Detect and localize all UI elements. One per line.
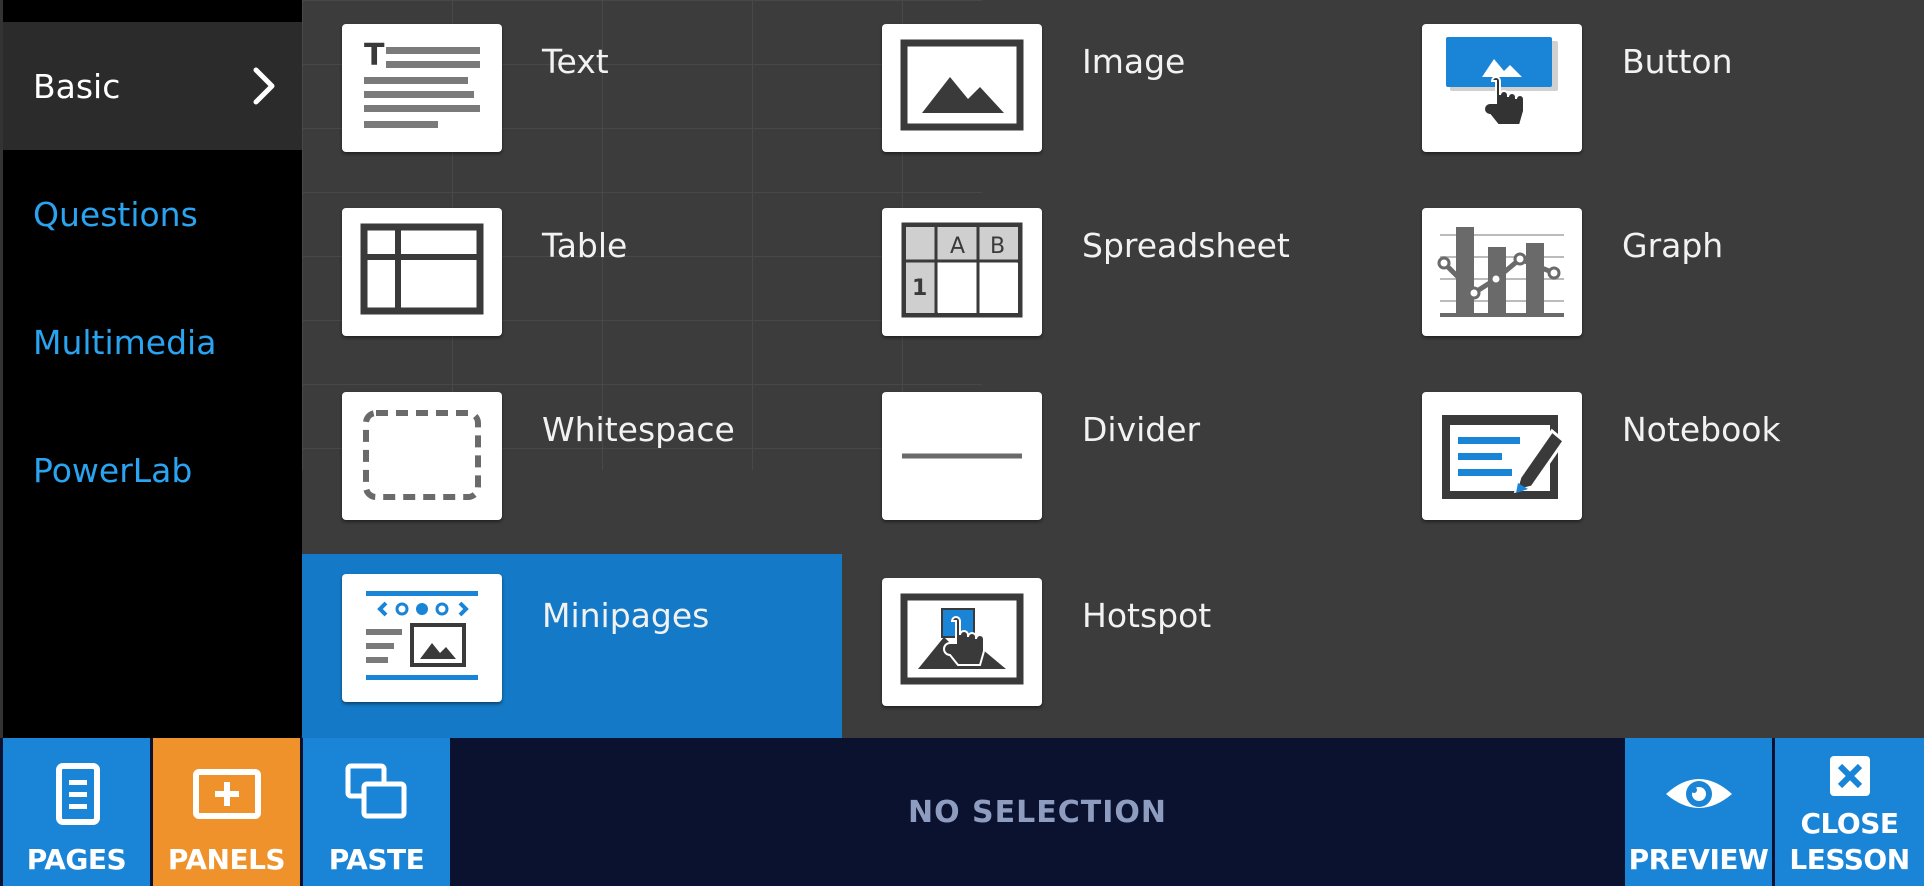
panel-tile-table[interactable]: Table: [302, 184, 842, 368]
panel-category-sidebar: Basic Questions Multimedia PowerLab: [0, 0, 302, 738]
panel-tile-spreadsheet[interactable]: A B 1 Spreadsheet: [842, 184, 1382, 368]
panel-tile-hotspot[interactable]: Hotspot: [842, 554, 1382, 738]
panel-label: Table: [542, 226, 628, 265]
close-lesson-label-line1: CLOSE: [1800, 807, 1900, 840]
panel-label: Button: [1622, 42, 1733, 81]
panel-tile-minipages[interactable]: Minipages: [302, 554, 842, 738]
button-panel-icon: [1422, 24, 1582, 152]
category-basic[interactable]: Basic: [3, 22, 302, 150]
panels-label: PANELS: [167, 843, 286, 876]
divider-panel-icon: [882, 392, 1042, 520]
graph-panel-icon: [1422, 208, 1582, 336]
panel-tile-text[interactable]: T Text: [302, 0, 842, 184]
panel-label: Notebook: [1622, 410, 1781, 449]
category-label: Basic: [33, 66, 121, 106]
close-lesson-button[interactable]: CLOSE LESSON: [1775, 738, 1924, 886]
spreadsheet-panel-icon: A B 1: [882, 208, 1042, 336]
panel-label: Hotspot: [1082, 596, 1212, 635]
bottom-toolbar: PAGES PANELS PASTE NO SELECTION PREVIEW: [0, 738, 1924, 886]
image-panel-icon: [882, 24, 1042, 152]
panel-label: Minipages: [542, 596, 710, 635]
table-panel-icon: [342, 208, 502, 336]
eye-icon: [1665, 779, 1732, 808]
category-label: Multimedia: [33, 322, 217, 362]
paste-label: PASTE: [328, 843, 425, 876]
panel-label: Image: [1082, 42, 1186, 81]
panel-label: Whitespace: [542, 410, 735, 449]
selection-status: NO SELECTION: [907, 794, 1168, 830]
panel-tile-notebook[interactable]: Notebook: [1382, 368, 1922, 552]
panel-tile-divider[interactable]: Divider: [842, 368, 1382, 552]
text-panel-icon: T: [342, 24, 502, 152]
close-icon: [1829, 756, 1870, 796]
panel-tile-image[interactable]: Image: [842, 0, 1382, 184]
category-label: PowerLab: [33, 450, 193, 490]
pages-icon: [55, 763, 100, 825]
paste-button[interactable]: PASTE: [303, 738, 450, 886]
panel-label: Divider: [1082, 410, 1201, 449]
add-panel-icon: [192, 769, 261, 819]
chevron-right-icon: [253, 67, 275, 105]
category-multimedia[interactable]: Multimedia: [3, 278, 302, 406]
panel-tile-graph[interactable]: Graph: [1382, 184, 1922, 368]
category-powerlab[interactable]: PowerLab: [3, 406, 302, 534]
panel-tile-whitespace[interactable]: Whitespace: [302, 368, 842, 552]
paste-icon: [345, 763, 406, 819]
preview-label: PREVIEW: [1628, 843, 1769, 876]
minipages-panel-icon: [342, 574, 502, 702]
spreadsheet-cell-1: 1: [912, 276, 927, 301]
close-lesson-label-line2: LESSON: [1789, 843, 1910, 876]
notebook-panel-icon: [1422, 392, 1582, 520]
spreadsheet-cell-b: B: [990, 234, 1005, 259]
panel-label: Spreadsheet: [1082, 226, 1290, 265]
panel-label: Graph: [1622, 226, 1724, 265]
pages-button[interactable]: PAGES: [3, 738, 150, 886]
panels-button[interactable]: PANELS: [153, 738, 300, 886]
panel-tile-button[interactable]: Button: [1382, 0, 1922, 184]
preview-button[interactable]: PREVIEW: [1625, 738, 1772, 886]
whitespace-panel-icon: [342, 392, 502, 520]
category-questions[interactable]: Questions: [3, 150, 302, 278]
panel-label: Text: [542, 42, 609, 81]
svg-text:T: T: [364, 38, 385, 73]
spreadsheet-cell-a: A: [950, 234, 965, 259]
pages-label: PAGES: [26, 843, 127, 876]
hotspot-panel-icon: [882, 578, 1042, 706]
category-label: Questions: [33, 194, 198, 234]
